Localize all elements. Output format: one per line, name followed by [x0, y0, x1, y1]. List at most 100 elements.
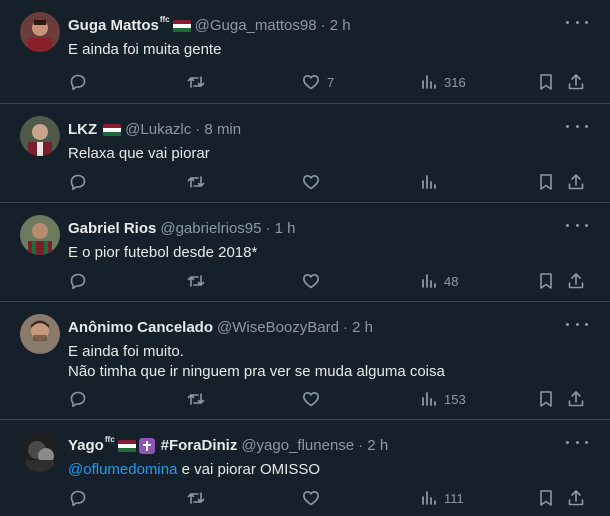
- like-button[interactable]: [301, 172, 321, 192]
- avatar[interactable]: [20, 116, 60, 156]
- like-button[interactable]: [301, 389, 321, 409]
- timestamp[interactable]: · 2 h: [358, 436, 388, 456]
- tweet-text-line: E ainda foi muita gente: [68, 41, 222, 58]
- share-button[interactable]: [566, 389, 586, 409]
- bookmark-button[interactable]: [536, 488, 556, 508]
- share-icon: [568, 273, 584, 289]
- views-icon: [422, 175, 436, 189]
- user-handle[interactable]: @gabrielrios95: [160, 219, 261, 239]
- reply-feed: Guga Mattos ffc @Guga_mattos98 · 2 h E a…: [0, 0, 610, 516]
- tweet-text: @oflumedomina e vai piorar OMISSO: [68, 460, 570, 480]
- name-superscript: ffc: [104, 435, 115, 444]
- retweet-button[interactable]: [186, 488, 206, 508]
- mention-link[interactable]: @oflumedomina: [68, 461, 177, 478]
- reply-button[interactable]: [68, 389, 88, 409]
- heart-icon: [303, 175, 319, 190]
- reply-icon: [70, 174, 86, 191]
- bookmark-button[interactable]: [536, 72, 556, 92]
- reply-icon: [70, 273, 86, 290]
- user-handle[interactable]: @Guga_mattos98: [195, 16, 317, 36]
- bookmark-button[interactable]: [536, 389, 556, 409]
- tweet[interactable]: Guga Mattos ffc @Guga_mattos98 · 2 h E a…: [0, 0, 610, 104]
- cross-icon: [138, 438, 155, 454]
- bookmark-icon: [540, 490, 552, 506]
- name-superscript: ffc: [159, 15, 170, 24]
- share-icon: [568, 174, 584, 190]
- retweet-button[interactable]: [186, 271, 206, 291]
- more-options-icon[interactable]: [566, 434, 588, 450]
- avatar[interactable]: [20, 12, 60, 52]
- tweet-text-line: E o pior futebol desde 2018*: [68, 244, 258, 261]
- reply-icon: [70, 74, 86, 91]
- share-icon: [568, 74, 584, 90]
- display-name[interactable]: LKZ: [68, 120, 97, 140]
- timestamp[interactable]: · 2 h: [343, 318, 373, 338]
- reply-button[interactable]: [68, 172, 88, 192]
- like-button[interactable]: 7: [301, 72, 334, 92]
- tweet[interactable]: Anônimo Cancelado @WiseBoozyBard · 2 h E…: [0, 302, 610, 420]
- reply-icon: [70, 391, 86, 408]
- views-button[interactable]: 153: [418, 389, 466, 409]
- view-count: 153: [444, 391, 466, 407]
- views-button[interactable]: 316: [418, 72, 466, 92]
- like-button[interactable]: [301, 488, 321, 508]
- tweet[interactable]: LKZ @Lukazlc · 8 min Relaxa que vai pior…: [0, 104, 610, 203]
- user-handle[interactable]: @Lukazlc: [125, 120, 191, 140]
- tweet[interactable]: Yago ffc #ForaDiniz @yago_flunense · 2 h…: [0, 420, 610, 516]
- user-handle[interactable]: @WiseBoozyBard: [217, 318, 339, 338]
- display-name[interactable]: Anônimo Cancelado: [68, 318, 213, 338]
- timestamp[interactable]: · 1 h: [265, 219, 295, 239]
- timestamp[interactable]: · 8 min: [195, 120, 241, 140]
- views-button[interactable]: 48: [418, 271, 458, 291]
- share-button[interactable]: [566, 271, 586, 291]
- retweet-icon: [187, 176, 205, 188]
- views-icon: [422, 491, 436, 505]
- like-count: 7: [327, 74, 335, 90]
- avatar[interactable]: [20, 432, 60, 472]
- more-options-icon[interactable]: [566, 14, 588, 30]
- share-icon: [568, 391, 584, 407]
- views-icon: [422, 75, 436, 89]
- tweet-text: Relaxa que vai piorar: [68, 144, 570, 164]
- avatar[interactable]: [20, 314, 60, 354]
- view-count: 48: [444, 273, 459, 289]
- share-button[interactable]: [566, 72, 586, 92]
- bookmark-icon: [540, 391, 552, 407]
- user-handle[interactable]: @yago_flunense: [241, 436, 354, 456]
- reply-button[interactable]: [68, 271, 88, 291]
- tweet-header: LKZ @Lukazlc · 8 min: [68, 120, 241, 140]
- more-options-icon[interactable]: [566, 316, 588, 332]
- share-button[interactable]: [566, 488, 586, 508]
- bookmark-button[interactable]: [536, 172, 556, 192]
- retweet-button[interactable]: [186, 172, 206, 192]
- bookmark-icon: [540, 273, 552, 289]
- views-button[interactable]: [418, 172, 438, 192]
- fluminense-flag-icon: [103, 124, 122, 136]
- like-button[interactable]: [301, 271, 321, 291]
- timestamp[interactable]: · 2 h: [321, 16, 351, 36]
- display-name[interactable]: Yago: [68, 436, 104, 456]
- more-options-icon[interactable]: [566, 118, 588, 134]
- tweet-text-line: E ainda foi muito.: [68, 343, 184, 360]
- retweet-icon: [187, 393, 205, 405]
- name-hashtag: #ForaDiniz: [160, 437, 238, 454]
- view-count: 316: [444, 74, 466, 90]
- tweet[interactable]: Gabriel Rios @gabrielrios95 · 1 h E o pi…: [0, 203, 610, 302]
- display-name[interactable]: Gabriel Rios: [68, 219, 156, 239]
- views-button[interactable]: 111: [418, 488, 464, 508]
- reply-button[interactable]: [68, 488, 88, 508]
- retweet-button[interactable]: [186, 72, 206, 92]
- display-name[interactable]: Guga Mattos: [68, 16, 159, 36]
- reply-button[interactable]: [68, 72, 88, 92]
- retweet-button[interactable]: [186, 389, 206, 409]
- bookmark-button[interactable]: [536, 271, 556, 291]
- more-options-icon[interactable]: [566, 217, 588, 233]
- avatar[interactable]: [20, 215, 60, 255]
- reply-icon: [70, 490, 86, 507]
- heart-icon: [303, 75, 319, 90]
- share-icon: [568, 490, 584, 506]
- views-icon: [422, 274, 436, 288]
- tweet-text-line: e vai piorar OMISSO: [177, 461, 320, 478]
- share-button[interactable]: [566, 172, 586, 192]
- heart-icon: [303, 491, 319, 506]
